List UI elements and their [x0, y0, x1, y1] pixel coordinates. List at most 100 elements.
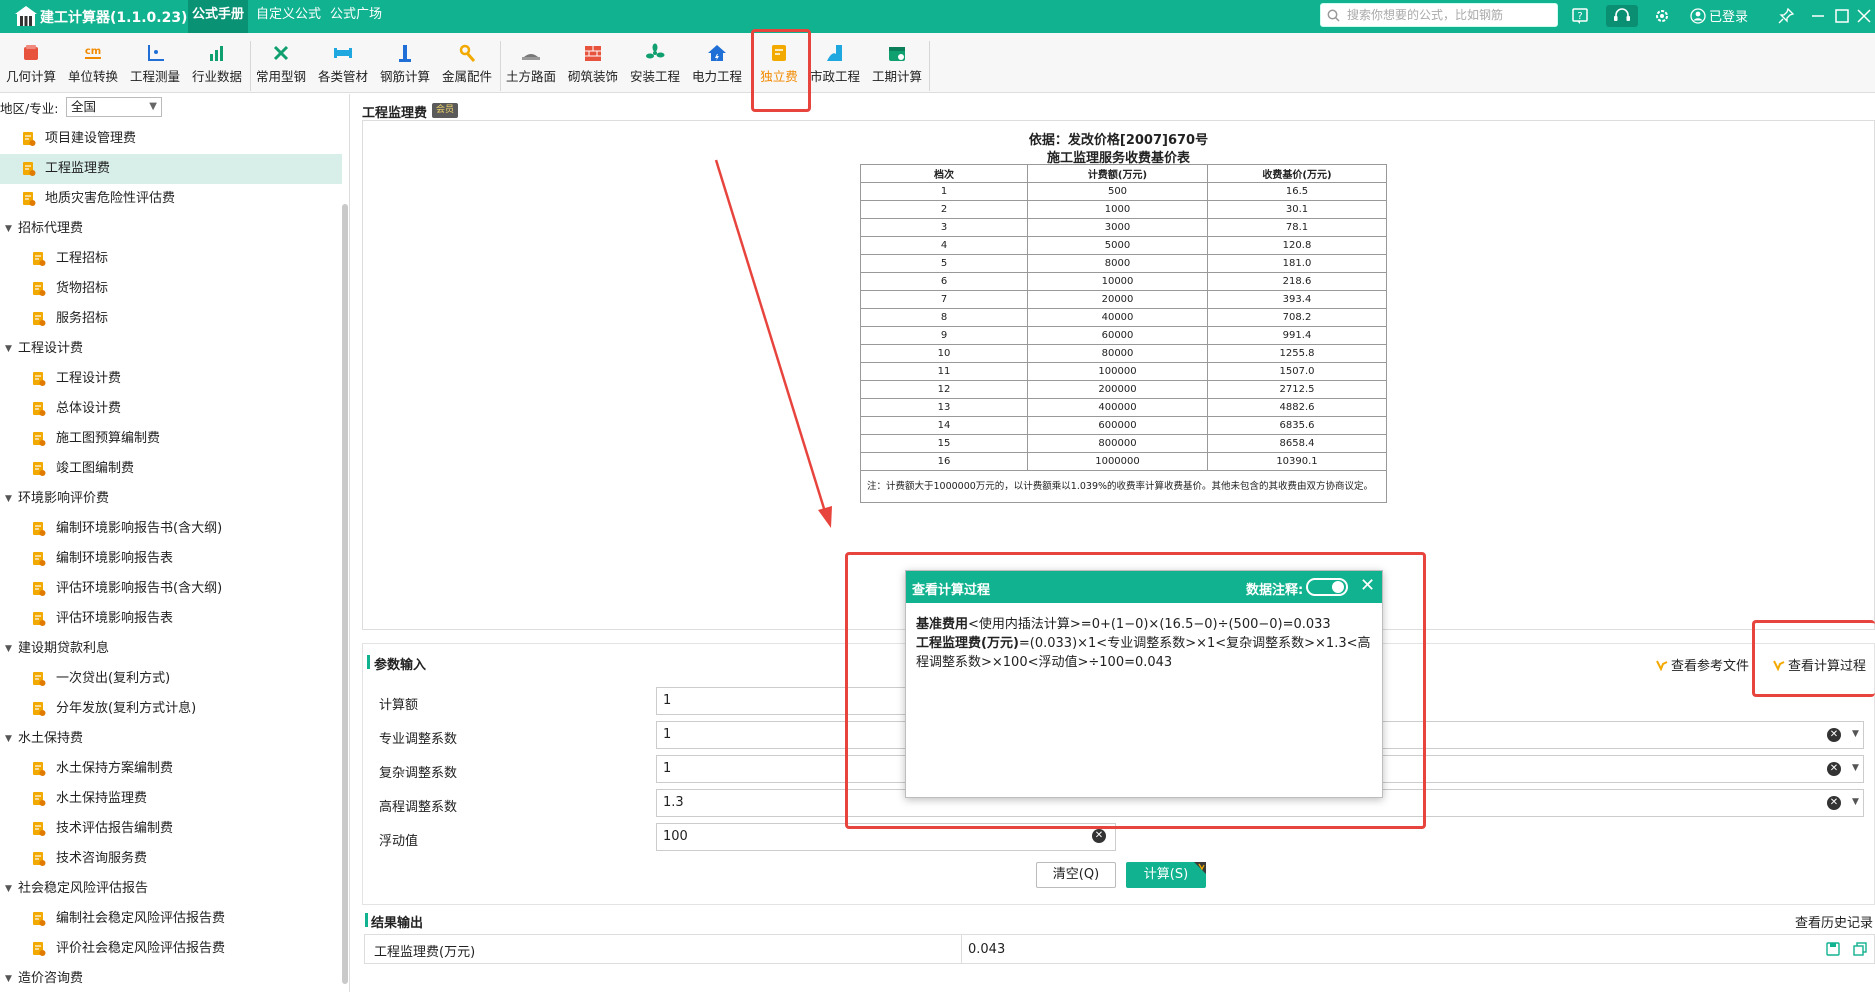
gear-icon[interactable]	[1652, 6, 1672, 26]
ribbon-masonry[interactable]: 砌筑装饰	[562, 37, 624, 91]
clear-field-icon[interactable]: ✕	[1827, 728, 1841, 742]
ribbon-geometry[interactable]: 几何计算	[0, 37, 62, 91]
house-power-icon	[708, 45, 726, 61]
table-row: 14 600000 6835.6	[860, 416, 1387, 435]
pipe-icon	[334, 48, 352, 58]
clear-field-icon[interactable]: ✕	[1092, 829, 1106, 843]
region-select[interactable]: 全国 ▼	[66, 97, 162, 117]
view-reference-link[interactable]: 查看参考文件	[1656, 655, 1749, 674]
view-history-link[interactable]: 查看历史记录	[1795, 912, 1873, 931]
caret-down-icon[interactable]: ▼	[5, 964, 12, 992]
ribbon-installation[interactable]: 安装工程	[624, 37, 686, 91]
table-header: 计费额(万元)	[1027, 164, 1208, 183]
caret-down-icon[interactable]: ▼	[5, 214, 12, 244]
chevron-down-icon[interactable]: ▼	[1852, 763, 1859, 773]
tree-group[interactable]: ▼ 招标代理费	[0, 214, 342, 244]
caret-down-icon[interactable]: ▼	[5, 874, 12, 904]
table-row: 6 10000 218.6	[860, 272, 1387, 291]
pin-icon[interactable]	[1776, 6, 1796, 26]
tab-custom-formula[interactable]: 自定义公式	[252, 0, 325, 33]
tree-group[interactable]: ▼ 社会稳定风险评估报告	[0, 874, 342, 904]
tree-item[interactable]: 水土保持方案编制费	[0, 754, 342, 784]
tree-item[interactable]: 编制环境影响报告书(含大纲)	[0, 514, 342, 544]
tree-item[interactable]: 货物招标	[0, 274, 342, 304]
tree-group[interactable]: ▼ 建设期贷款利息	[0, 634, 342, 664]
fee-formula-icon	[33, 582, 46, 596]
ribbon-municipal[interactable]: 市政工程	[804, 37, 866, 91]
clear-button[interactable]: 清空(Q)	[1036, 862, 1116, 888]
ribbon-power[interactable]: 电力工程	[686, 37, 748, 91]
tree-item[interactable]: 编制环境影响报告表	[0, 544, 342, 574]
tree-item[interactable]: 评估环境影响报告表	[0, 604, 342, 634]
table-row: 4 5000 120.8	[860, 236, 1387, 255]
clear-field-icon[interactable]: ✕	[1827, 796, 1841, 810]
tree-item[interactable]: 水土保持监理费	[0, 784, 342, 814]
tree-group[interactable]: ▼ 水土保持费	[0, 724, 342, 754]
road-icon	[522, 54, 540, 60]
tree-item[interactable]: 服务招标	[0, 304, 342, 334]
close-icon[interactable]	[1854, 6, 1874, 26]
tree-group[interactable]: ▼ 工程设计费	[0, 334, 342, 364]
tree-item[interactable]: 评价社会稳定风险评估报告费	[0, 934, 342, 964]
table-cell: 1000	[1027, 200, 1208, 219]
ribbon-steel-profile[interactable]: 常用型钢	[250, 37, 312, 91]
result-section-title: 结果输出	[371, 916, 424, 931]
fee-formula-icon	[33, 762, 46, 776]
caret-down-icon[interactable]: ▼	[5, 634, 12, 664]
tree-item[interactable]: 总体设计费	[0, 394, 342, 424]
tree-item[interactable]: 技术评估报告编制费	[0, 814, 342, 844]
help-icon[interactable]: ?	[1570, 6, 1590, 26]
ribbon-earthwork[interactable]: 土方路面	[500, 37, 562, 91]
login-status[interactable]: 已登录	[1690, 6, 1748, 25]
annotation-box-link	[1752, 620, 1875, 697]
tree-item[interactable]: 工程设计费	[0, 364, 342, 394]
copy-icon[interactable]	[1853, 942, 1867, 956]
caret-down-icon[interactable]: ▼	[5, 724, 12, 754]
tree-item[interactable]: 一次贷出(复利方式)	[0, 664, 342, 694]
tree-item[interactable]: 编制社会稳定风险评估报告费	[0, 904, 342, 934]
table-cell: 1255.8	[1207, 344, 1387, 363]
minimize-icon[interactable]	[1808, 6, 1828, 26]
ribbon-rebar[interactable]: 钢筋计算	[374, 37, 436, 91]
maximize-icon[interactable]	[1832, 6, 1852, 26]
caret-down-icon[interactable]: ▼	[5, 484, 12, 514]
chevron-down-icon[interactable]: ▼	[1852, 729, 1859, 739]
ribbon-schedule[interactable]: 工期计算	[866, 37, 928, 91]
member-badge: 会员	[432, 103, 459, 118]
fee-formula-icon	[33, 432, 46, 446]
region-label: 地区/专业:	[0, 101, 59, 116]
tree-item[interactable]: 工程招标	[0, 244, 342, 274]
customer-service-icon[interactable]	[1606, 5, 1638, 27]
tree-group[interactable]: ▼ 造价咨询费	[0, 964, 342, 992]
tab-formula-square[interactable]: 公式广场	[326, 0, 386, 33]
clear-field-icon[interactable]: ✕	[1827, 762, 1841, 776]
tab-formula-manual[interactable]: 公式手册	[188, 0, 249, 33]
tree-item[interactable]: 项目建设管理费	[0, 124, 342, 154]
search-box[interactable]	[1320, 3, 1558, 27]
chevron-down-icon[interactable]: ▼	[1852, 797, 1859, 807]
table-row: 1 500 16.5	[860, 182, 1387, 201]
fee-formula-icon	[33, 702, 46, 716]
annotation-box-dialog	[845, 552, 1426, 829]
tree-item[interactable]: 技术咨询服务费	[0, 844, 342, 874]
save-icon[interactable]	[1826, 942, 1840, 956]
tree-item-label: 社会稳定风险评估报告	[18, 881, 149, 896]
tree-item-label: 工程招标	[56, 251, 109, 266]
tree-item[interactable]: 施工图预算编制费	[0, 424, 342, 454]
left-scrollbar[interactable]	[342, 204, 348, 984]
search-input[interactable]	[1347, 6, 1552, 24]
tree-item[interactable]: 工程监理费	[0, 154, 342, 184]
ribbon-unit-convert[interactable]: cm 单位转换	[62, 37, 124, 91]
tree-group[interactable]: ▼ 环境影响评价费	[0, 484, 342, 514]
tree-item[interactable]: 地质灾害危险性评估费	[0, 184, 342, 214]
caret-down-icon[interactable]: ▼	[5, 334, 12, 364]
ribbon-industry-data[interactable]: 行业数据	[186, 37, 248, 91]
tree-item[interactable]: 分年发放(复利方式计息)	[0, 694, 342, 724]
table-cell: 3000	[1027, 218, 1208, 237]
tree-item[interactable]: 竣工图编制费	[0, 454, 342, 484]
ribbon-pipes[interactable]: 各类管材	[312, 37, 374, 91]
table-cell: 5	[860, 254, 1028, 273]
ribbon-survey[interactable]: 工程测量	[124, 37, 186, 91]
tree-item[interactable]: 评估环境影响报告书(含大纲)	[0, 574, 342, 604]
ribbon-metal-fitting[interactable]: 金属配件	[436, 37, 498, 91]
